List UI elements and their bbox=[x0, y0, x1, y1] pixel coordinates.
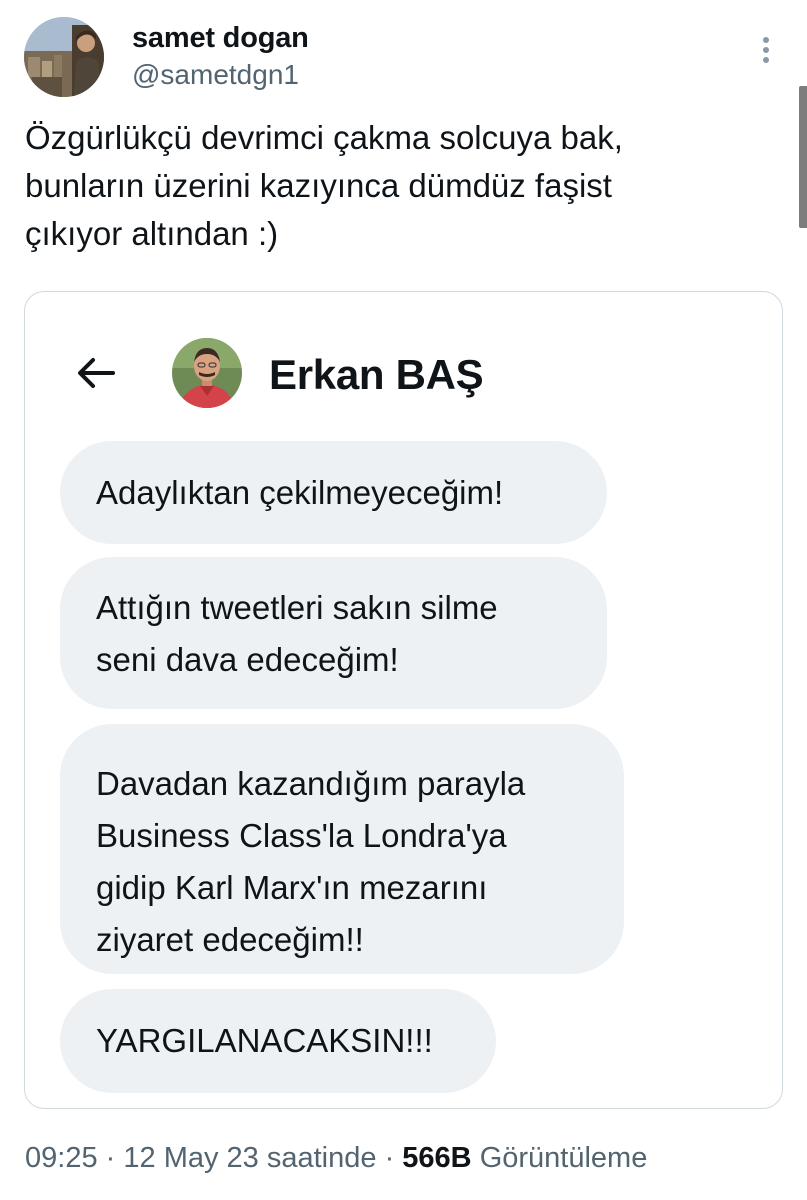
meta-separator: · bbox=[105, 1142, 116, 1174]
views-count: 566B bbox=[402, 1142, 472, 1174]
tweet-date[interactable]: 12 May 23 saatinde bbox=[123, 1142, 376, 1174]
message-bubble: Davadan kazandığım parayla Business Clas… bbox=[60, 724, 624, 974]
media-image[interactable]: Erkan BAŞ Adaylıktan çekilmeyeceğim! Att… bbox=[24, 291, 783, 1109]
contact-avatar bbox=[172, 338, 242, 408]
tweet-text: Özgürlükçü devrimci çakma solcuya bak, b… bbox=[25, 114, 785, 258]
scrollbar-thumb[interactable] bbox=[799, 86, 807, 228]
message-line: Attığın tweetleri sakın silme bbox=[96, 589, 498, 626]
message-bubble: Attığın tweetleri sakın silme seni dava … bbox=[60, 557, 607, 709]
meta-separator: · bbox=[384, 1142, 395, 1174]
author-handle[interactable]: @sametdgn1 bbox=[132, 58, 299, 92]
profile-photo-icon bbox=[24, 17, 104, 97]
tweet-text-line: Özgürlükçü devrimci çakma solcuya bak, bbox=[25, 119, 623, 156]
message-line: Davadan kazandığım parayla bbox=[96, 765, 526, 802]
message-line: gidip Karl Marx'ın mezarını bbox=[96, 869, 488, 906]
tweet-meta: 09:25 · 12 May 23 saatinde · 566B Görünt… bbox=[25, 1138, 647, 1178]
message-line: YARGILANACAKSIN!!! bbox=[96, 1022, 433, 1059]
message-line: Business Class'la Londra'ya bbox=[96, 817, 507, 854]
message-bubble: Adaylıktan çekilmeyeceğim! bbox=[60, 441, 607, 544]
message-line: Adaylıktan çekilmeyeceğim! bbox=[96, 474, 504, 511]
views-label: Görüntüleme bbox=[479, 1142, 648, 1174]
message-line: seni dava edeceğim! bbox=[96, 641, 399, 678]
author-display-name[interactable]: samet dogan bbox=[132, 20, 309, 56]
more-vertical-icon bbox=[763, 37, 769, 63]
contact-name: Erkan BAŞ bbox=[269, 351, 484, 398]
more-options-button[interactable] bbox=[748, 32, 784, 72]
arrow-left-icon bbox=[78, 358, 115, 388]
tweet-text-line: bunların üzerini kazıyınca dümdüz faşist bbox=[25, 167, 612, 204]
message-bubble: YARGILANACAKSIN!!! bbox=[60, 989, 496, 1093]
author-avatar[interactable] bbox=[24, 17, 104, 97]
message-line: ziyaret edeceğim!! bbox=[96, 921, 364, 958]
tweet-text-line: çıkıyor altından :) bbox=[25, 215, 279, 252]
contact-photo-icon bbox=[172, 338, 242, 408]
back-button bbox=[75, 352, 117, 394]
tweet-time[interactable]: 09:25 bbox=[25, 1142, 98, 1174]
